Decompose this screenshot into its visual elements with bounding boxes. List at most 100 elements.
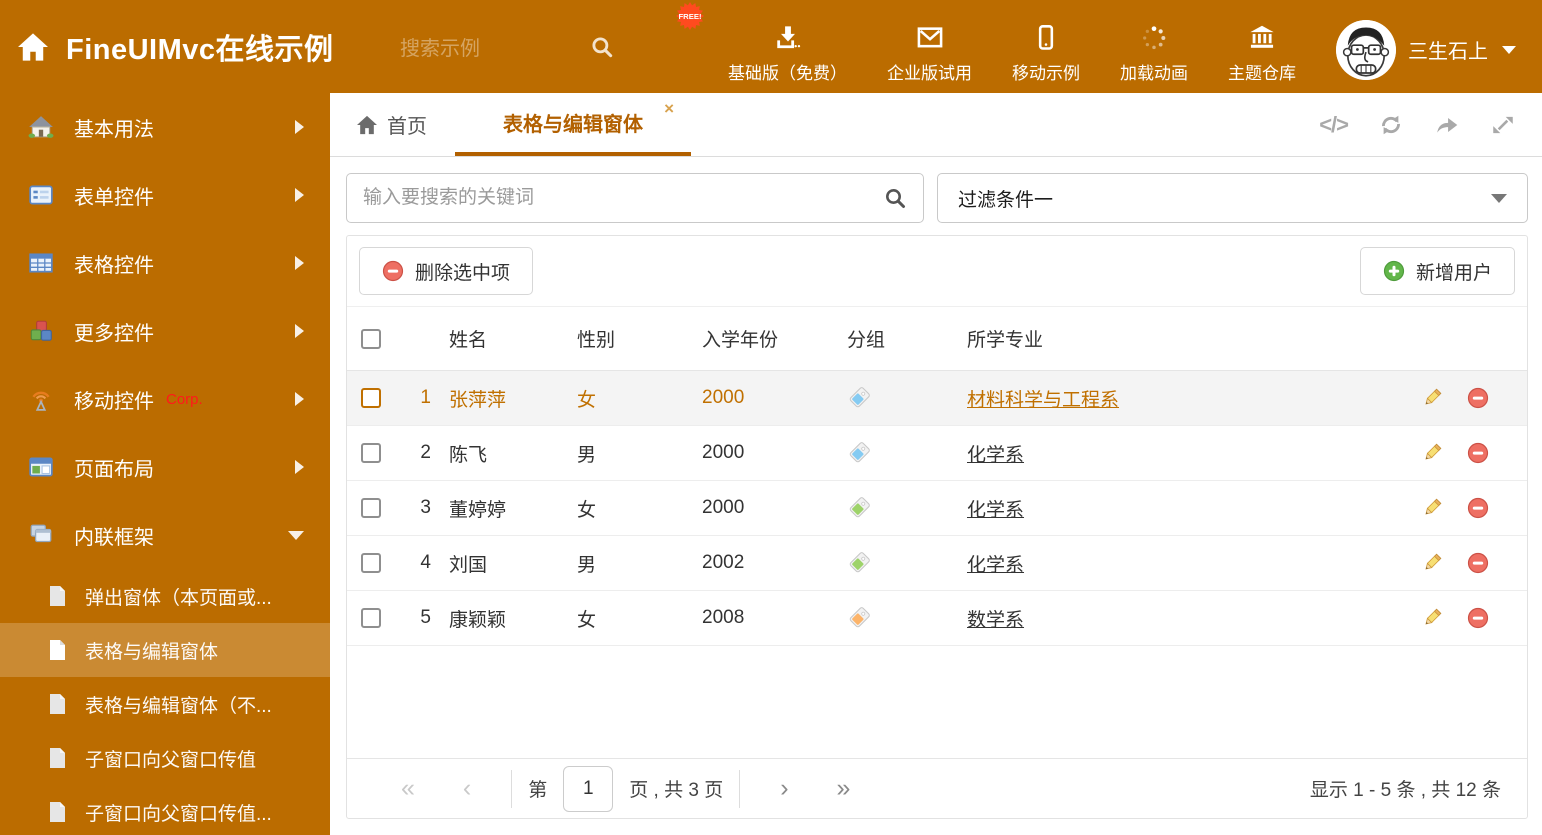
- chevron-right-icon: [295, 256, 304, 270]
- last-page-button[interactable]: »: [837, 776, 851, 801]
- tag-icon: [849, 552, 870, 573]
- cell-name: 董婷婷: [449, 499, 507, 521]
- grid-toolbar: 删除选中项 新增用户: [347, 236, 1527, 307]
- chevron-right-icon: [295, 460, 304, 474]
- row-checkbox[interactable]: [361, 388, 381, 408]
- row-checkbox[interactable]: [361, 443, 381, 463]
- edit-icon[interactable]: [1421, 387, 1443, 409]
- prev-page-button[interactable]: ‹: [463, 776, 471, 801]
- column-header-gender[interactable]: 性别: [561, 325, 686, 352]
- delete-icon[interactable]: [1467, 387, 1489, 409]
- search-icon[interactable]: [883, 186, 907, 210]
- sidebar-item-iframe[interactable]: 内联框架: [0, 501, 330, 569]
- expand-icon[interactable]: [1490, 112, 1516, 138]
- delete-icon[interactable]: [1467, 442, 1489, 464]
- keyword-search-box[interactable]: [346, 173, 924, 223]
- close-icon[interactable]: ×: [664, 100, 674, 117]
- row-number: 5: [420, 607, 431, 628]
- table-row[interactable]: 2 陈飞 男 2000 化学系: [347, 426, 1527, 481]
- nav-item-enterprise-trial[interactable]: 企业版试用: [887, 10, 972, 84]
- row-number: 1: [420, 387, 431, 408]
- column-header-major[interactable]: 所学专业: [951, 325, 1377, 352]
- column-header-name[interactable]: 姓名: [431, 325, 561, 352]
- major-link[interactable]: 数学系: [967, 610, 1024, 631]
- tab-home[interactable]: 首页: [330, 93, 455, 156]
- cell-gender: 男: [577, 444, 597, 466]
- delete-selected-button[interactable]: 删除选中项: [359, 247, 534, 295]
- sidebar-item-basic-usage[interactable]: 基本用法: [0, 93, 330, 161]
- add-user-button[interactable]: 新增用户: [1359, 247, 1515, 295]
- sidebar-item-label: 基本用法: [74, 118, 154, 141]
- sidebar-subitem-label: 子窗口向父窗口传值: [85, 749, 257, 771]
- table-row[interactable]: 4 刘国 男 2002 化学系: [347, 536, 1527, 591]
- share-icon[interactable]: [1434, 112, 1460, 138]
- edit-icon[interactable]: [1421, 442, 1443, 464]
- cell-year: 2000: [702, 387, 745, 408]
- table-row[interactable]: 1 张萍萍 女 2000 材料科学与工程系: [347, 371, 1527, 426]
- major-link[interactable]: 化学系: [967, 445, 1024, 466]
- keyword-search-input[interactable]: [363, 187, 883, 209]
- nav-label: 加载动画: [1120, 63, 1188, 83]
- row-number: 2: [420, 442, 431, 463]
- page-icon: [50, 586, 65, 606]
- tag-icon: [849, 607, 870, 628]
- sidebar-subitem-grid-edit-window[interactable]: 表格与编辑窗体: [0, 623, 330, 677]
- sidebar-subitem-grid-edit-window-2[interactable]: 表格与编辑窗体（不...: [0, 677, 330, 731]
- form-icon: [29, 185, 53, 205]
- plus-circle-icon: [1383, 260, 1405, 282]
- user-menu[interactable]: 三生石上: [1336, 10, 1516, 80]
- avatar: [1336, 19, 1396, 80]
- row-checkbox[interactable]: [361, 553, 381, 573]
- select-all-checkbox[interactable]: [361, 328, 381, 349]
- sidebar-item-grid-controls[interactable]: 表格控件: [0, 229, 330, 297]
- table-row[interactable]: 5 康颖颖 女 2008 数学系: [347, 591, 1527, 646]
- sidebar-item-more-controls[interactable]: 更多控件: [0, 297, 330, 365]
- major-link[interactable]: 化学系: [967, 555, 1024, 576]
- delete-icon[interactable]: [1467, 552, 1489, 574]
- search-icon[interactable]: [589, 34, 615, 60]
- sidebar-item-mobile-controls[interactable]: 移动控件 Corp.: [0, 365, 330, 433]
- row-number: 3: [420, 497, 431, 518]
- cell-gender: 女: [577, 609, 597, 631]
- header-nav: FREE! 基础版（免费） 企业版试用 移动示例 加载动画 主题仓库 三生石上: [676, 1, 1542, 84]
- delete-icon[interactable]: [1467, 497, 1489, 519]
- major-link[interactable]: 化学系: [967, 500, 1024, 521]
- header-search[interactable]: 搜索示例: [400, 32, 615, 61]
- filter-dropdown-value: 过滤条件一: [958, 189, 1054, 211]
- sidebar-item-label: 移动控件: [74, 390, 154, 413]
- sidebar-subitem-child-to-parent-2[interactable]: 子窗口向父窗口传值...: [0, 785, 330, 835]
- home-icon: [18, 32, 48, 61]
- tab-grid-edit-window[interactable]: 表格与编辑窗体 ×: [455, 93, 691, 156]
- nav-item-theme-repo[interactable]: 主题仓库: [1228, 10, 1296, 84]
- view-source-icon[interactable]: </>: [1319, 112, 1349, 138]
- corp-badge: Corp.: [166, 390, 203, 408]
- page-number-input[interactable]: [563, 765, 614, 812]
- major-link[interactable]: 材料科学与工程系: [967, 390, 1119, 411]
- table-row[interactable]: 3 董婷婷 女 2000 化学系: [347, 481, 1527, 536]
- column-header-group[interactable]: 分组: [831, 325, 951, 352]
- envelope-icon: [917, 26, 942, 47]
- edit-icon[interactable]: [1421, 497, 1443, 519]
- next-page-button[interactable]: ›: [780, 776, 788, 801]
- refresh-icon[interactable]: [1378, 112, 1404, 138]
- cell-gender: 男: [577, 554, 597, 576]
- edit-icon[interactable]: [1421, 607, 1443, 629]
- delete-icon[interactable]: [1467, 607, 1489, 629]
- home-icon: [357, 115, 377, 134]
- row-checkbox[interactable]: [361, 498, 381, 518]
- layout-icon: [29, 457, 53, 477]
- edit-icon[interactable]: [1421, 552, 1443, 574]
- sidebar-item-page-layout[interactable]: 页面布局: [0, 433, 330, 501]
- nav-item-basic-free[interactable]: FREE! 基础版（免费）: [676, 1, 847, 84]
- house-icon: [28, 116, 54, 138]
- nav-item-loading-animation[interactable]: 加载动画: [1120, 10, 1188, 84]
- sidebar-item-form-controls[interactable]: 表单控件: [0, 161, 330, 229]
- sidebar-subitem-popup-window[interactable]: 弹出窗体（本页面或...: [0, 569, 330, 623]
- row-checkbox[interactable]: [361, 608, 381, 628]
- filter-dropdown[interactable]: 过滤条件一: [937, 173, 1528, 223]
- nav-item-mobile-demo[interactable]: 移动示例: [1012, 10, 1080, 84]
- column-header-year[interactable]: 入学年份: [686, 325, 831, 352]
- first-page-button[interactable]: «: [401, 776, 415, 801]
- button-label: 删除选中项: [415, 262, 511, 284]
- sidebar-subitem-child-to-parent[interactable]: 子窗口向父窗口传值: [0, 731, 330, 785]
